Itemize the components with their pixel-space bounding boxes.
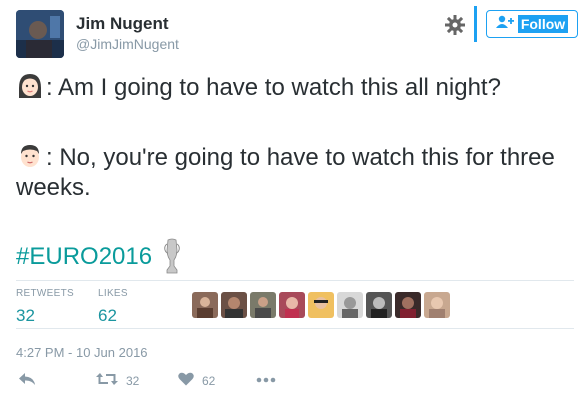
liker-avatar[interactable] xyxy=(366,292,392,318)
user-handle[interactable]: @JimJimNugent xyxy=(76,34,179,54)
tweet-line-2: : No, you're going to have to watch this… xyxy=(16,142,572,203)
divider xyxy=(16,328,574,329)
tweet-line-1: : Am I going to have to watch this all n… xyxy=(16,72,572,103)
retweets-value: 32 xyxy=(16,306,35,325)
liker-avatar[interactable] xyxy=(424,292,450,318)
liker-avatar[interactable] xyxy=(192,292,218,318)
gear-icon[interactable] xyxy=(444,14,466,36)
retweets-stat[interactable]: RETWEETS 32 xyxy=(16,288,74,328)
man-face-icon xyxy=(16,142,44,170)
like-button[interactable]: 62 xyxy=(178,372,215,389)
user-names: Jim Nugent @JimJimNugent xyxy=(76,14,179,54)
avatar[interactable] xyxy=(16,10,64,58)
retweet-button[interactable]: 32 xyxy=(96,372,139,389)
follow-area: Follow xyxy=(474,6,578,42)
heart-icon xyxy=(178,372,194,389)
liker-avatar[interactable] xyxy=(250,292,276,318)
reply-button[interactable] xyxy=(18,372,36,389)
tweet-actions: 32 62 xyxy=(16,372,556,394)
trophy-icon xyxy=(164,238,180,274)
more-button[interactable] xyxy=(256,372,276,386)
follow-button[interactable]: Follow xyxy=(486,10,578,38)
reply-icon xyxy=(18,372,36,389)
liker-avatar[interactable] xyxy=(395,292,421,318)
likes-label: LIKES xyxy=(98,288,128,299)
retweet-count: 32 xyxy=(126,373,140,388)
follow-label: Follow xyxy=(517,15,569,33)
likes-value: 62 xyxy=(98,306,117,325)
tweet-header: Jim Nugent @JimJimNugent Follow xyxy=(16,6,578,60)
tweet-text-2: : No, you're going to have to watch this… xyxy=(16,144,555,201)
likes-stat[interactable]: LIKES 62 xyxy=(98,288,128,328)
hashtag-line: #EURO2016 xyxy=(16,238,572,274)
liker-avatar[interactable] xyxy=(337,292,363,318)
retweets-label: RETWEETS xyxy=(16,288,74,299)
like-count: 62 xyxy=(202,373,216,388)
add-user-icon xyxy=(495,15,514,34)
tweet-stats: RETWEETS 32 LIKES 62 xyxy=(16,288,574,325)
tweet-timestamp[interactable]: 4:27 PM - 10 Jun 2016 xyxy=(16,345,148,360)
liker-avatar[interactable] xyxy=(308,292,334,318)
liker-avatars xyxy=(192,292,450,318)
woman-face-icon xyxy=(16,72,44,100)
follow-divider xyxy=(474,6,477,42)
retweet-icon xyxy=(96,372,118,389)
divider xyxy=(16,280,574,281)
tweet-text-1: : Am I going to have to watch this all n… xyxy=(46,74,501,101)
liker-avatar[interactable] xyxy=(279,292,305,318)
more-icon xyxy=(256,372,276,386)
liker-avatar[interactable] xyxy=(221,292,247,318)
hashtag-link[interactable]: #EURO2016 xyxy=(16,243,152,270)
user-fullname[interactable]: Jim Nugent xyxy=(76,14,179,34)
